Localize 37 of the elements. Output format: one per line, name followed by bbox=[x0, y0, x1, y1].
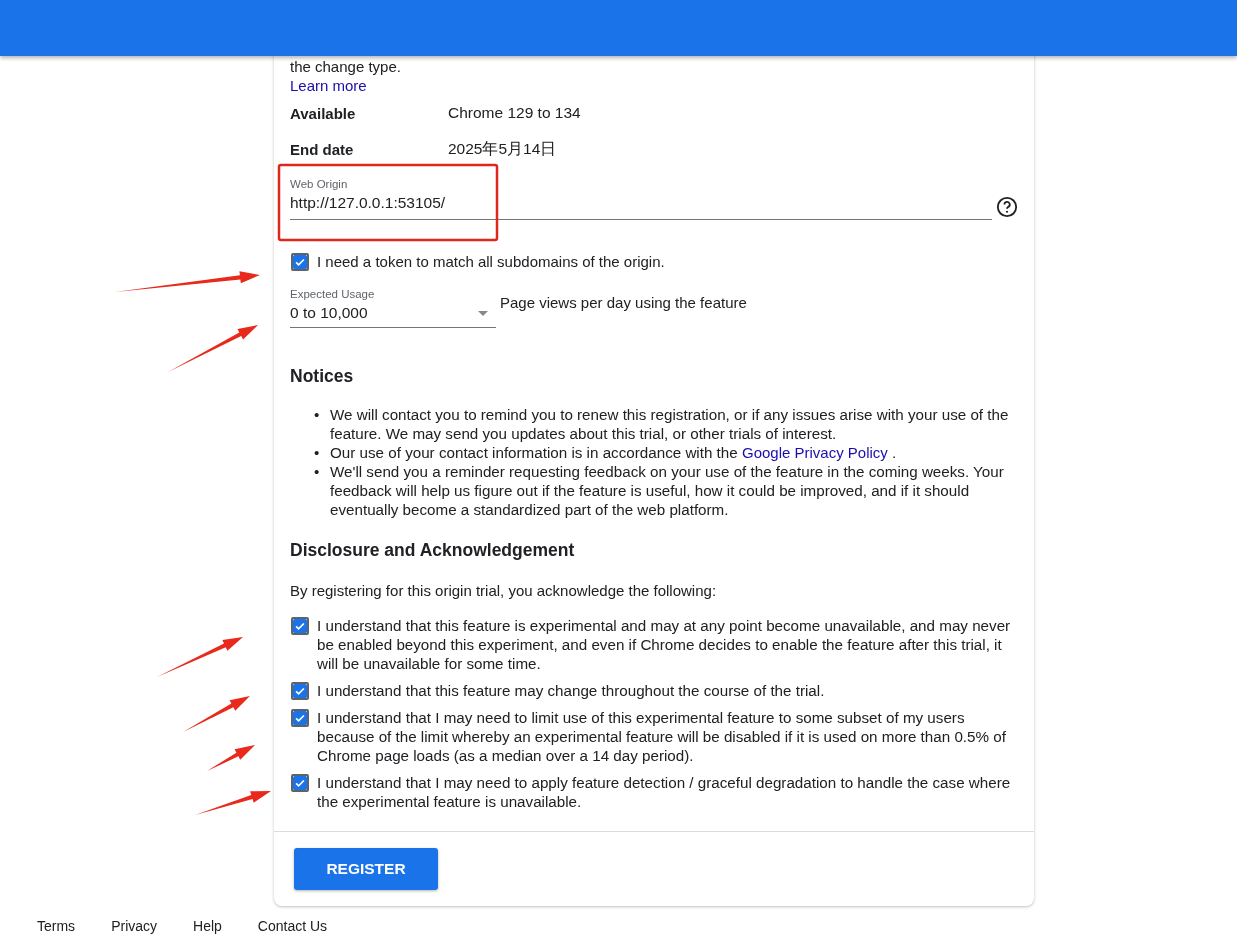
usage-hint: Page views per day using the feature bbox=[500, 294, 747, 311]
checkbox-label: I understand that I may need to limit use of this experimental feature to some subset of my users because of the limit whereby an experimental feature will be disabled if it is used on more than 0.5% of Chrome page loads (as a median over a 14 day period). bbox=[317, 708, 1007, 765]
checkbox[interactable] bbox=[291, 253, 309, 271]
detail-label: End date bbox=[290, 140, 355, 158]
checkbox[interactable] bbox=[291, 682, 309, 700]
footer-link[interactable]: Terms bbox=[37, 918, 76, 934]
expected-usage-select[interactable]: Expected Usage 0 to 10,000 bbox=[290, 287, 496, 328]
checkbox-label: I need a token to match all subdomains of the origin. bbox=[317, 252, 665, 271]
notice-text: Our use of your contact information is in accordance with the Google Privacy Policy . bbox=[330, 443, 898, 462]
checkbox[interactable] bbox=[291, 774, 309, 792]
checkbox[interactable] bbox=[291, 709, 309, 727]
checkbox-label: I understand that I may need to apply feature detection / graceful degradation to handle the case where the experimental feature is unavailable. bbox=[317, 773, 1012, 811]
checkbox[interactable] bbox=[291, 617, 309, 635]
checkbox-label: I understand that this feature may change throughout the course of the trial. bbox=[317, 681, 825, 700]
detail-label: Available bbox=[290, 104, 357, 122]
help-icon[interactable] bbox=[996, 196, 1018, 218]
notice-text: We will contact you to remind you to renew this registration, or if any issues arise with your use of the feature. We may send you updates about this trial, or other trials of interest. bbox=[330, 405, 1010, 443]
detail-value: 2025年5月14日 bbox=[448, 138, 557, 159]
learn-more-link[interactable]: Learn more bbox=[290, 76, 367, 95]
footer-link[interactable]: Help bbox=[193, 918, 222, 934]
bullet-marker: • bbox=[314, 462, 321, 482]
footer-link[interactable]: Contact Us bbox=[257, 918, 328, 934]
notice-text: We'll send you a reminder requesting feedback on your use of the feature in the coming weeks. Your feedback will help us figure out if the feature is useful, how it could be improved, and if it should eventually become a standardized part of the web platform. bbox=[330, 462, 1005, 519]
paragraph-text: By registering for this origin trial, you acknowledge the following: bbox=[290, 581, 718, 600]
section-heading: Notices bbox=[290, 365, 355, 387]
register-button[interactable]: REGISTER bbox=[294, 848, 438, 890]
checkbox-label: I understand that this feature is experimental and may at any point become unavailable, and may never be enabled beyond this experiment, and even if Chrome decides to enable the feature after this trial, it will be unavailable for some time. bbox=[317, 616, 1012, 673]
caret-icon bbox=[478, 310, 488, 316]
detail-value: Chrome 129 to 134 bbox=[448, 104, 581, 122]
privacy-policy-link[interactable]: Google Privacy Policy bbox=[741, 444, 888, 461]
section-heading: Disclosure and Acknowledgement bbox=[290, 539, 576, 561]
footer-link[interactable]: Privacy bbox=[111, 918, 158, 934]
bullet-marker: • bbox=[314, 405, 321, 425]
bullet-marker: • bbox=[314, 443, 321, 462]
paragraph-text: the change type. bbox=[290, 57, 401, 76]
web-origin-field[interactable]: Web Origin http://127.0.0.1:53105/ bbox=[290, 177, 992, 220]
annotation-arrow bbox=[207, 745, 255, 771]
